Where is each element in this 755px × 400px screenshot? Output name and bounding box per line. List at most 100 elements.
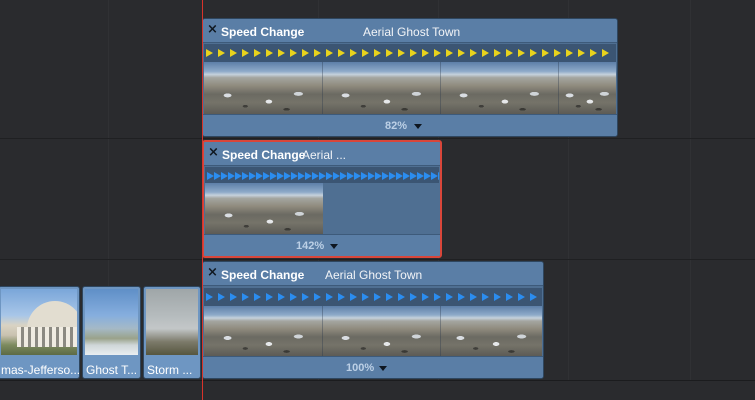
film-frame bbox=[322, 62, 440, 114]
play-arrow-icon bbox=[314, 49, 321, 57]
play-arrow-icon bbox=[554, 49, 561, 57]
play-arrow-icon bbox=[530, 293, 537, 301]
chevron-down-icon[interactable] bbox=[330, 244, 338, 249]
play-arrow-icon bbox=[249, 172, 256, 180]
play-arrow-icon bbox=[361, 172, 368, 180]
play-arrow-icon bbox=[270, 172, 277, 180]
clip-title: Aerial Ghost Town bbox=[325, 268, 423, 282]
effect-name: Speed Change bbox=[221, 25, 305, 39]
audio-lane[interactable] bbox=[0, 381, 755, 400]
speed-arrow-band bbox=[204, 44, 616, 62]
film-frame bbox=[204, 306, 322, 356]
play-arrow-icon bbox=[326, 172, 333, 180]
play-arrow-icon bbox=[578, 49, 585, 57]
play-arrow-icon bbox=[410, 172, 417, 180]
play-arrow-icon bbox=[333, 172, 340, 180]
speed-arrows bbox=[206, 44, 609, 62]
play-arrow-icon bbox=[434, 293, 441, 301]
timeline[interactable]: × Speed Change Aerial Ghost Town 82% × S… bbox=[0, 0, 755, 400]
connected-clip-speed-142[interactable]: × Speed Change Aerial ... 142% bbox=[202, 140, 442, 258]
clip-header[interactable]: × Speed Change Aerial ... bbox=[204, 142, 440, 166]
play-arrow-icon bbox=[284, 172, 291, 180]
play-arrow-icon bbox=[338, 293, 345, 301]
play-arrow-icon bbox=[242, 172, 249, 180]
close-icon[interactable]: × bbox=[208, 146, 220, 159]
clip-thumbnail bbox=[85, 289, 138, 355]
clip-header[interactable]: × Speed Change Aerial Ghost Town bbox=[203, 262, 543, 286]
connected-clip-speed-82[interactable]: × Speed Change Aerial Ghost Town 82% bbox=[202, 18, 618, 137]
film-frame bbox=[205, 183, 323, 234]
play-arrow-icon bbox=[340, 172, 347, 180]
play-arrow-icon bbox=[389, 172, 396, 180]
play-arrow-icon bbox=[350, 293, 357, 301]
clip-thumbnail bbox=[1, 289, 77, 355]
play-arrow-icon bbox=[458, 293, 465, 301]
play-arrow-icon bbox=[446, 49, 453, 57]
play-arrow-icon bbox=[242, 49, 249, 57]
play-arrow-icon bbox=[434, 49, 441, 57]
play-arrow-icon bbox=[354, 172, 361, 180]
playhead[interactable] bbox=[202, 0, 203, 400]
play-arrow-icon bbox=[302, 293, 309, 301]
play-arrow-icon bbox=[494, 49, 501, 57]
play-arrow-icon bbox=[482, 293, 489, 301]
play-arrow-icon bbox=[362, 49, 369, 57]
frame-separator bbox=[440, 62, 441, 114]
primary-clip-storm[interactable]: Storm ... bbox=[143, 286, 201, 379]
close-icon[interactable]: × bbox=[207, 266, 219, 279]
play-arrow-icon bbox=[602, 49, 609, 57]
speed-footer[interactable]: 142% bbox=[204, 234, 440, 256]
play-arrow-icon bbox=[218, 293, 225, 301]
play-arrow-icon bbox=[518, 49, 525, 57]
play-arrow-icon bbox=[302, 49, 309, 57]
play-arrow-icon bbox=[278, 49, 285, 57]
play-arrow-icon bbox=[530, 49, 537, 57]
play-arrow-icon bbox=[312, 172, 319, 180]
play-arrow-icon bbox=[494, 293, 501, 301]
play-arrow-icon bbox=[396, 172, 403, 180]
filmstrip bbox=[205, 183, 439, 234]
clip-title: Aerial Ghost Town bbox=[363, 25, 461, 39]
play-arrow-icon bbox=[326, 293, 333, 301]
primary-clip-jefferson[interactable]: mas-Jefferso... bbox=[0, 286, 80, 379]
play-arrow-icon bbox=[263, 172, 270, 180]
close-icon[interactable]: × bbox=[207, 23, 219, 36]
clip-label: mas-Jefferso... bbox=[1, 363, 80, 377]
clip-label: Storm ... bbox=[147, 363, 193, 377]
speed-percentage: 100% bbox=[346, 362, 375, 374]
play-arrow-icon bbox=[350, 49, 357, 57]
speed-footer[interactable]: 100% bbox=[203, 356, 543, 378]
play-arrow-icon bbox=[206, 49, 213, 57]
speed-arrows bbox=[206, 288, 537, 306]
play-arrow-icon bbox=[230, 293, 237, 301]
play-arrow-icon bbox=[326, 49, 333, 57]
film-frame bbox=[558, 62, 616, 114]
film-frame bbox=[322, 306, 440, 356]
play-arrow-icon bbox=[230, 49, 237, 57]
play-arrow-icon bbox=[424, 172, 431, 180]
frame-separator bbox=[558, 62, 559, 114]
memorial-columns bbox=[17, 327, 77, 347]
film-frame bbox=[204, 62, 322, 114]
play-arrow-icon bbox=[518, 293, 525, 301]
chevron-down-icon[interactable] bbox=[414, 124, 422, 129]
play-arrow-icon bbox=[221, 172, 228, 180]
play-arrow-icon bbox=[374, 49, 381, 57]
clip-header[interactable]: × Speed Change Aerial Ghost Town bbox=[203, 19, 617, 43]
play-arrow-icon bbox=[368, 172, 375, 180]
play-arrow-icon bbox=[458, 49, 465, 57]
play-arrow-icon bbox=[206, 293, 213, 301]
primary-clip-ghost-town[interactable]: Ghost T... bbox=[82, 286, 141, 379]
speed-footer[interactable]: 82% bbox=[203, 114, 617, 136]
frame-separator bbox=[322, 62, 323, 114]
play-arrow-icon bbox=[319, 172, 326, 180]
play-arrow-icon bbox=[422, 293, 429, 301]
play-arrow-icon bbox=[506, 293, 513, 301]
play-arrow-icon bbox=[266, 293, 273, 301]
play-arrow-icon bbox=[347, 172, 354, 180]
lane-divider bbox=[0, 259, 755, 260]
chevron-down-icon[interactable] bbox=[379, 366, 387, 371]
play-arrow-icon bbox=[403, 172, 410, 180]
connected-clip-speed-100[interactable]: × Speed Change Aerial Ghost Town 100% bbox=[202, 261, 544, 379]
speed-percentage: 82% bbox=[385, 120, 408, 132]
